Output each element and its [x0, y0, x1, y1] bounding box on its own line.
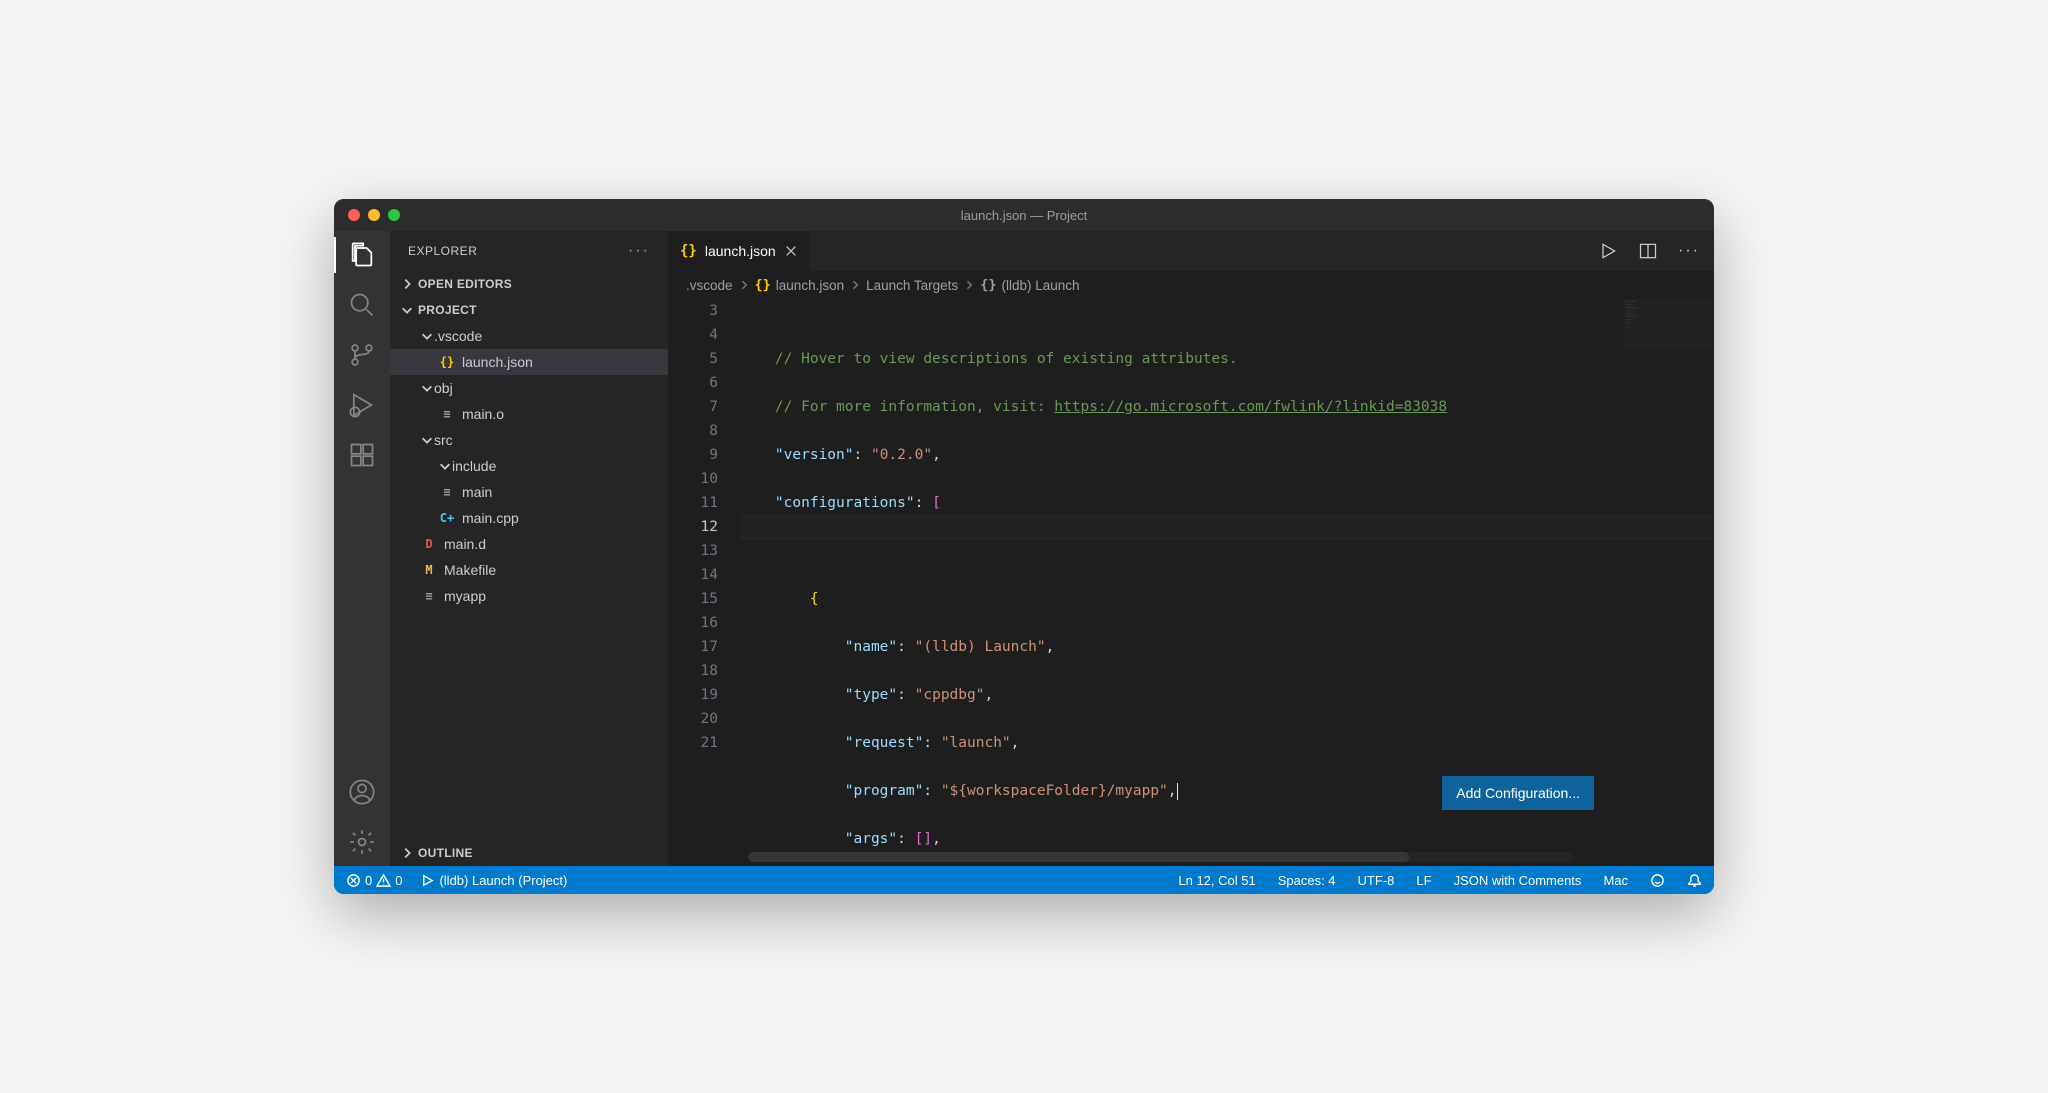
- chevron-right-icon: [849, 279, 861, 291]
- minimap[interactable]: ▬▬▬▬▬▬▬▬▬▬▬▬▬▬▬▬▬▬▬▬▬▬▬▬▬▬▬▬▬▬▬▬▬▬▬▬▬▬▬▬…: [1624, 299, 1714, 349]
- breadcrumb-item[interactable]: launch.json: [776, 278, 844, 293]
- braces-icon: {}: [980, 277, 996, 293]
- sidebar-title: EXPLORER: [408, 244, 628, 258]
- tab-bar: {} launch.json ···: [668, 231, 1714, 271]
- chevron-down-icon: [438, 459, 452, 473]
- gear-icon: [348, 828, 376, 856]
- tab-label: launch.json: [705, 243, 776, 259]
- explorer-activity[interactable]: [334, 241, 390, 269]
- sidebar-more-button[interactable]: ···: [628, 242, 650, 260]
- text-cursor: [1177, 783, 1178, 800]
- json-icon: {}: [680, 243, 697, 259]
- chevron-down-icon: [420, 381, 434, 395]
- chevron-right-icon: [400, 277, 414, 291]
- main-body: EXPLORER ··· OPEN EDITORS PROJECT .vscod…: [334, 231, 1714, 866]
- status-encoding[interactable]: UTF-8: [1358, 873, 1395, 888]
- breadcrumb[interactable]: .vscode {} launch.json Launch Targets {}…: [668, 271, 1714, 299]
- file-main-cpp[interactable]: C+ main.cpp: [390, 505, 668, 531]
- status-indentation[interactable]: Spaces: 4: [1278, 873, 1336, 888]
- status-launch-config[interactable]: (lldb) Launch (Project): [420, 873, 567, 888]
- run-icon[interactable]: [1598, 241, 1618, 261]
- tab-actions: ···: [1598, 231, 1714, 271]
- editor-more-button[interactable]: ···: [1678, 242, 1700, 260]
- activity-bar: [334, 231, 390, 866]
- file-icon: ≡: [438, 483, 456, 501]
- search-activity[interactable]: [334, 291, 390, 319]
- file-makefile[interactable]: M Makefile: [390, 557, 668, 583]
- vscode-window: launch.json — Project: [334, 199, 1714, 894]
- close-window-button[interactable]: [348, 209, 360, 221]
- chevron-down-icon: [400, 303, 414, 317]
- breadcrumb-item[interactable]: Launch Targets: [866, 278, 958, 293]
- scrollbar-thumb[interactable]: [748, 852, 1409, 862]
- split-editor-icon[interactable]: [1638, 241, 1658, 261]
- bell-icon[interactable]: [1687, 873, 1702, 888]
- status-cursor-position[interactable]: Ln 12, Col 51: [1178, 873, 1255, 888]
- code-editor[interactable]: 3 4 5 6 7 8 9 10 11 12 13 14 15 16 17 18…: [668, 299, 1714, 866]
- status-language[interactable]: JSON with Comments: [1454, 873, 1582, 888]
- breadcrumb-item[interactable]: .vscode: [686, 278, 733, 293]
- tab-launch-json[interactable]: {} launch.json: [668, 231, 811, 271]
- account-activity[interactable]: [334, 778, 390, 806]
- sidebar-header: EXPLORER ···: [390, 231, 668, 271]
- chevron-right-icon: [963, 279, 975, 291]
- chevron-down-icon: [420, 329, 434, 343]
- warning-icon: [376, 873, 391, 888]
- folder-include[interactable]: include: [390, 453, 668, 479]
- close-icon[interactable]: [784, 244, 798, 258]
- status-os[interactable]: Mac: [1603, 873, 1628, 888]
- project-section[interactable]: PROJECT: [390, 297, 668, 323]
- folder-src[interactable]: src: [390, 427, 668, 453]
- maximize-window-button[interactable]: [388, 209, 400, 221]
- json-icon: {}: [755, 277, 771, 293]
- line-gutter: 3 4 5 6 7 8 9 10 11 12 13 14 15 16 17 18…: [668, 299, 740, 866]
- chevron-right-icon: [738, 279, 750, 291]
- statusbar: 0 0 (lldb) Launch (Project) Ln 12, Col 5…: [334, 866, 1714, 894]
- debug-icon: [348, 391, 376, 419]
- current-line-highlight: [740, 515, 1714, 539]
- file-icon: ≡: [438, 405, 456, 423]
- extensions-icon: [348, 441, 376, 469]
- window-title: launch.json — Project: [961, 208, 1087, 223]
- makefile-icon: M: [420, 561, 438, 579]
- debug-activity[interactable]: [334, 391, 390, 419]
- open-editors-section[interactable]: OPEN EDITORS: [390, 271, 668, 297]
- error-icon: [346, 873, 361, 888]
- minimize-window-button[interactable]: [368, 209, 380, 221]
- files-icon: [348, 241, 376, 269]
- chevron-down-icon: [420, 433, 434, 447]
- feedback-icon[interactable]: [1650, 873, 1665, 888]
- file-launch-json[interactable]: {} launch.json: [390, 349, 668, 375]
- source-control-activity[interactable]: [334, 341, 390, 369]
- folder-obj[interactable]: obj: [390, 375, 668, 401]
- status-eol[interactable]: LF: [1416, 873, 1431, 888]
- file-tree: .vscode {} launch.json obj ≡ main.o src: [390, 323, 668, 840]
- titlebar: launch.json — Project: [334, 199, 1714, 231]
- debug-icon: [420, 873, 435, 888]
- d-icon: D: [420, 535, 438, 553]
- file-main-d[interactable]: D main.d: [390, 531, 668, 557]
- extensions-activity[interactable]: [334, 441, 390, 469]
- folder-vscode[interactable]: .vscode: [390, 323, 668, 349]
- traffic-lights: [334, 209, 400, 221]
- outline-section[interactable]: OUTLINE: [390, 840, 668, 866]
- account-icon: [348, 778, 376, 806]
- file-main[interactable]: ≡ main: [390, 479, 668, 505]
- file-myapp[interactable]: ≡ myapp: [390, 583, 668, 609]
- settings-activity[interactable]: [334, 828, 390, 856]
- add-configuration-button[interactable]: Add Configuration...: [1442, 776, 1594, 810]
- sidebar: EXPLORER ··· OPEN EDITORS PROJECT .vscod…: [390, 231, 668, 866]
- file-icon: ≡: [420, 587, 438, 605]
- breadcrumb-item[interactable]: (lldb) Launch: [1001, 278, 1079, 293]
- file-main-o[interactable]: ≡ main.o: [390, 401, 668, 427]
- search-icon: [348, 291, 376, 319]
- git-icon: [348, 341, 376, 369]
- editor-group: {} launch.json ··· .vscode {} launch.jso…: [668, 231, 1714, 866]
- cpp-icon: C+: [438, 509, 456, 527]
- status-problems[interactable]: 0 0: [346, 873, 402, 888]
- horizontal-scrollbar[interactable]: [748, 852, 1574, 862]
- chevron-right-icon: [400, 846, 414, 860]
- json-icon: {}: [438, 353, 456, 371]
